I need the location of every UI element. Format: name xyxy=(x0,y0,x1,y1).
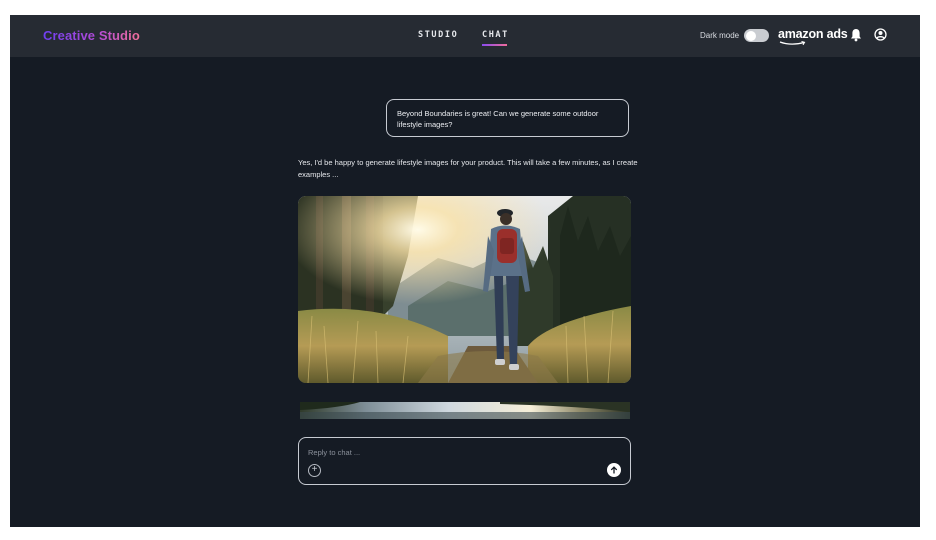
reply-composer[interactable]: + xyxy=(298,437,631,485)
tab-studio-label: STUDIO xyxy=(418,30,459,40)
toggle-knob xyxy=(745,30,756,41)
tab-chat-label: CHAT xyxy=(482,30,509,40)
user-icon[interactable] xyxy=(874,28,887,46)
add-attachment-button[interactable]: + xyxy=(308,464,321,477)
arrow-up-icon xyxy=(610,466,618,474)
amazon-ads-logo: amazon ads xyxy=(778,27,848,46)
generated-image-hiker[interactable] xyxy=(298,196,631,383)
generated-image-lake[interactable] xyxy=(300,402,630,419)
top-bar: Creative Studio STUDIO CHAT Dark mode am… xyxy=(10,15,920,57)
tab-studio[interactable]: STUDIO xyxy=(418,30,458,40)
plus-icon: + xyxy=(311,464,318,475)
amazon-ads-wordmark: amazon ads xyxy=(778,27,848,41)
app-window: Creative Studio STUDIO CHAT Dark mode am… xyxy=(10,15,920,527)
app-logo[interactable]: Creative Studio xyxy=(43,28,140,43)
reply-input[interactable] xyxy=(308,446,588,458)
smile-arrow-icon xyxy=(779,41,806,46)
user-message-bubble: Beyond Boundaries is great! Can we gener… xyxy=(386,99,629,137)
assistant-message: Yes, I'd be happy to generate lifestyle … xyxy=(298,158,638,179)
user-message-text: Beyond Boundaries is great! Can we gener… xyxy=(397,109,599,129)
tab-chat[interactable]: CHAT xyxy=(482,30,509,46)
active-tab-indicator xyxy=(482,44,507,46)
dark-mode-label: Dark mode xyxy=(700,31,740,40)
dark-mode-toggle[interactable] xyxy=(744,29,769,42)
send-button[interactable] xyxy=(607,463,621,477)
bell-icon[interactable] xyxy=(850,28,862,47)
